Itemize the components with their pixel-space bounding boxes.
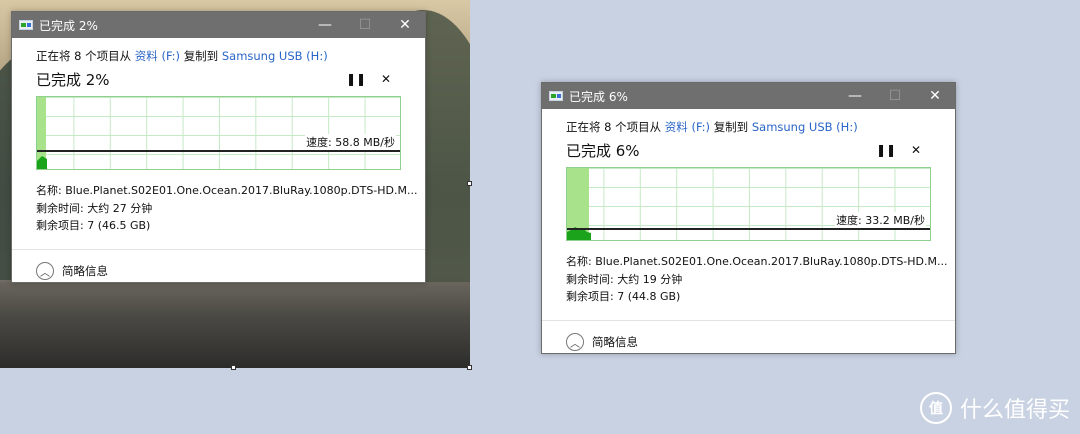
destination-link[interactable]: Samsung USB (H:) [752, 120, 858, 134]
time-remaining: 剩余时间: 大约 27 分钟 [36, 201, 153, 215]
progress-status: 已完成 6% [566, 141, 640, 160]
chevron-up-icon: ︿ [36, 262, 54, 280]
destination-link[interactable]: Samsung USB (H:) [222, 49, 328, 63]
copy-progress-dialog: 已完成 2% — ☐ ✕ 正在将 8 个项目从 资料 (F:) 复制到 Sams… [11, 11, 426, 283]
less-details-toggle[interactable]: ︿ 简略信息 [542, 319, 955, 364]
copy-mid: 复制到 [183, 49, 219, 63]
file-name: 名称: Blue.Planet.S02E01.One.Ocean.2017.Bl… [566, 255, 948, 268]
copy-mid: 复制到 [713, 120, 749, 134]
title-bar[interactable]: 已完成 6% — ☐ ✕ [542, 83, 955, 109]
items-remaining: 剩余项目: 7 (44.8 GB) [566, 290, 681, 303]
speed-graph: 速度: 33.2 MB/秒 [566, 167, 931, 241]
pause-button[interactable]: ❚❚ [341, 72, 371, 86]
source-link[interactable]: 资料 (F:) [135, 49, 180, 63]
watermark-text: 什么值得买 [959, 398, 1070, 423]
resize-handle[interactable] [467, 181, 472, 186]
speed-history-shape [37, 156, 47, 169]
progress-status: 已完成 2% [36, 70, 110, 89]
speed-history-shape [567, 227, 591, 240]
close-button[interactable]: ✕ [915, 83, 955, 109]
less-details-label: 简略信息 [592, 335, 638, 349]
speed-line [567, 228, 930, 230]
window-title: 已完成 6% [569, 89, 628, 104]
speed-label: 速度: 58.8 MB/秒 [305, 134, 396, 150]
items-remaining: 剩余项目: 7 (46.5 GB) [36, 219, 151, 232]
maximize-button: ☐ [888, 88, 902, 104]
window-title: 已完成 2% [39, 18, 98, 33]
minimize-button[interactable]: — [305, 12, 345, 38]
watermark: 值 什么值得买 [919, 392, 1070, 424]
maximize-button: ☐ [358, 17, 372, 33]
file-name: 名称: Blue.Planet.S02E01.One.Ocean.2017.Bl… [36, 184, 418, 197]
resize-handle[interactable] [467, 365, 472, 370]
speed-line [37, 150, 400, 152]
speed-graph: 速度: 58.8 MB/秒 [36, 96, 401, 170]
close-button[interactable]: ✕ [385, 12, 425, 38]
copy-progress-dialog: 已完成 6% — ☐ ✕ 正在将 8 个项目从 资料 (F:) 复制到 Sams… [541, 82, 956, 354]
app-copy-icon [549, 91, 563, 101]
source-link[interactable]: 资料 (F:) [665, 120, 710, 134]
stop-button[interactable]: ✕ [371, 72, 401, 86]
stop-button[interactable]: ✕ [901, 143, 931, 157]
copy-prefix: 正在将 8 个项目从 [566, 120, 662, 134]
watermark-logo-icon: 值 [919, 392, 952, 424]
copy-description: 正在将 8 个项目从 资料 (F:) 复制到 Samsung USB (H:) [36, 48, 401, 64]
copy-prefix: 正在将 8 个项目从 [36, 49, 132, 63]
water-shape [0, 282, 470, 368]
chevron-up-icon: ︿ [566, 333, 584, 351]
less-details-label: 简略信息 [62, 264, 108, 278]
app-copy-icon [19, 20, 33, 30]
less-details-toggle[interactable]: ︿ 简略信息 [12, 248, 425, 293]
time-remaining: 剩余时间: 大约 19 分钟 [566, 272, 683, 286]
minimize-button[interactable]: — [835, 83, 875, 109]
speed-label: 速度: 33.2 MB/秒 [835, 212, 926, 228]
pause-button[interactable]: ❚❚ [871, 143, 901, 157]
resize-handle[interactable] [231, 365, 236, 370]
title-bar[interactable]: 已完成 2% — ☐ ✕ [12, 12, 425, 38]
copy-description: 正在将 8 个项目从 资料 (F:) 复制到 Samsung USB (H:) [566, 119, 931, 135]
